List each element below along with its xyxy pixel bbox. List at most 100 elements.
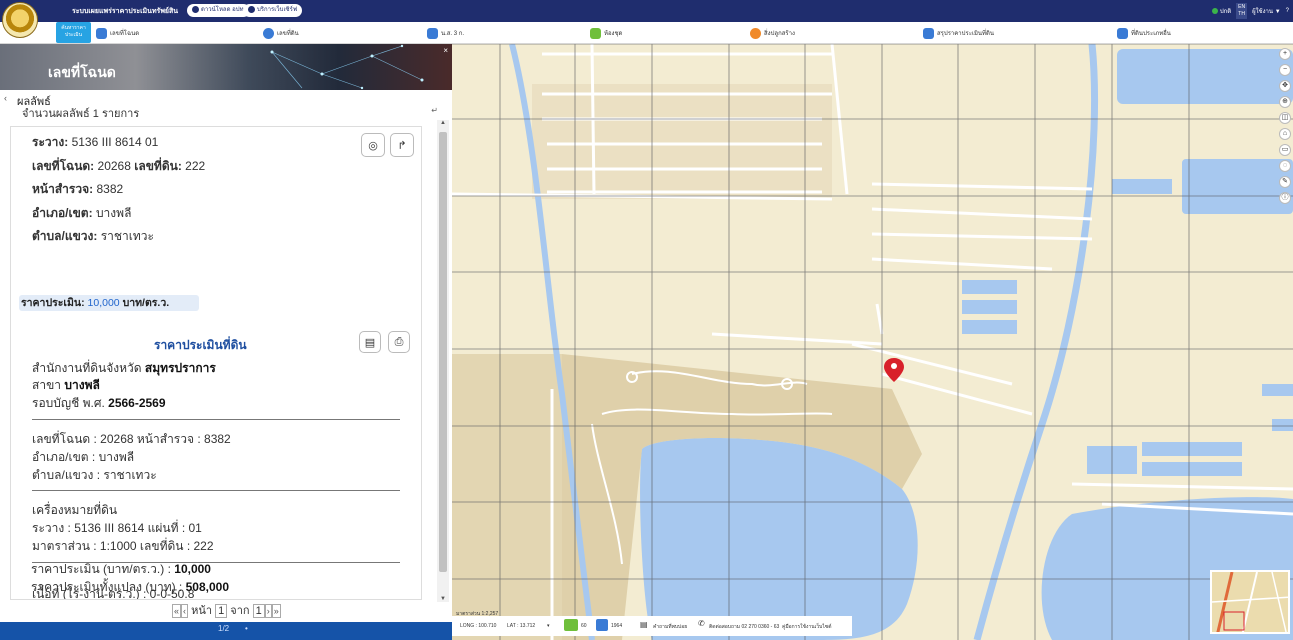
locate-button[interactable]: ◎ [361,133,385,157]
footer-dot-icon: • [245,624,248,633]
count-2: 1964 [611,623,623,629]
prev-page-button[interactable]: ‹ [181,604,189,618]
top-bar: ระบบเผยแพร่ราคาประเมินทรัพย์สิน ดาวน์โหล… [0,0,1293,38]
detail-amphoe-line: อำเภอ/เขต : บางพลี [32,450,135,464]
map-status-bar: LONG : 100.710 LAT : 13.712 ▾ 60 1964 ▤ … [452,616,852,636]
target-icon: ◎ [368,139,378,152]
price-label: ราคาประเมิน: [21,297,85,309]
page-label: หน้า [191,605,213,617]
menu-bar: ค้นหาราคาประเมิน เลขที่โฉนด เลขที่ดิน น.… [0,22,1293,44]
next-page-button[interactable]: › [264,604,272,618]
land-icon [263,27,274,39]
locate-icon[interactable]: ⊕ [1279,96,1291,108]
price-value: 10,000 [87,297,120,309]
building-icon [590,27,601,39]
menu-other-land-label: ที่ดินประเภทอื่น [1131,31,1171,37]
scroll-down-icon[interactable]: ▼ [440,596,446,602]
price-chip: ราคาประเมิน: 10,000 บาท/ตร.ว. [19,295,199,311]
longitude: LONG : 100.710 [460,623,497,629]
download-icon [192,5,199,13]
scroll-thumb[interactable] [439,132,447,572]
panel-title: เลขที่โฉนด [48,64,116,80]
branch-prefix: สาขา [32,378,62,392]
footer-page: 1/2 [218,624,230,633]
caret-down-icon: ▼ [1274,9,1281,15]
print-button[interactable]: ⎙ [388,331,410,353]
download-local-gov-button[interactable]: ดาวน์โหลด อปท. [187,4,251,17]
directions-button[interactable]: ↱ [390,133,414,157]
result-card: ระวาง: 5136 III 8614 01 เลขที่โฉนด: 2026… [10,126,422,600]
service-icon [248,5,255,13]
lang-th[interactable]: TH [1238,11,1245,17]
report-button[interactable]: ▤ [359,331,381,353]
menu-land-number-label: เลขที่ดิน [277,31,299,37]
page-number[interactable]: 1 [215,604,228,618]
minimap[interactable] [1210,570,1290,634]
measure-icon[interactable]: ▭ [1279,144,1291,156]
of-label: จาก [230,605,250,617]
total-pages: 1 [252,604,265,618]
menu-ns3k[interactable]: น.ส. 3 ก. [427,26,464,40]
pan-icon[interactable]: ✥ [1279,80,1291,92]
price-unit: บาท/ตร.ว. [122,297,170,309]
zoom-out-icon[interactable]: − [1279,64,1291,76]
back-arrow-icon[interactable]: ‹ [4,93,7,103]
map-view[interactable]: + − ✥ ⊕ ◫ ⌂ ▭ ◌ ✎ ⓘ มาตราส่วน 1:2,257 LO… [452,44,1293,640]
scrollbar[interactable]: ▲ ▼ [437,120,449,602]
menu-condo[interactable]: ห้องชุด [590,26,622,40]
dropdown-icon[interactable]: ▾ [547,623,550,629]
collapse-icon[interactable]: ↵ [431,106,438,115]
lang-en[interactable]: EN [1238,4,1245,10]
deed-value: 20268 [97,159,131,173]
menu-land-summary[interactable]: สรุปราคาประเมินที่ดิน [923,26,994,40]
document-icon: ▤ [640,620,648,629]
contact-text: ติดต่อสอบถาม 02 270 0360 - 63 [709,624,780,630]
network-banner-graphic [270,44,424,90]
system-title: ระบบเผยแพร่ราคาประเมินทรัพย์สิน [72,8,179,15]
search-price-label: ค้นหาราคาประเมิน [61,25,86,38]
last-page-button[interactable]: » [271,604,281,618]
user-label: ผู้ใช้งาน [1252,9,1274,15]
web-service-button[interactable]: บริการเว็บเซิร์ฟ [243,4,303,17]
map-tools: + − ✥ ⊕ ◫ ⌂ ▭ ◌ ✎ ⓘ [1279,48,1291,204]
land-number-label: เลขที่ดิน: [134,159,182,173]
close-icon[interactable]: × [443,46,448,55]
menu-other-land[interactable]: ที่ดินประเภทอื่น [1117,26,1171,40]
survey-label: หน้าสำรวจ: [32,182,94,196]
pin-icon[interactable]: ◌ [1279,160,1291,172]
info-icon[interactable]: ⓘ [1279,192,1291,204]
status-dot-icon [1211,8,1218,15]
menu-search-price[interactable]: ค้นหาราคาประเมิน [56,22,91,43]
tambon-label: ตำบล/แขวง: [32,229,98,243]
zoom-in-icon[interactable]: + [1279,48,1291,60]
office-prefix: สำนักงานที่ดินจังหวัด [32,361,142,375]
layers-icon[interactable]: ◫ [1279,112,1291,124]
office-province: สมุทรปราการ [144,361,216,375]
user-menu[interactable]: ผู้ใช้งาน ▼ [1252,6,1281,16]
scroll-up-icon[interactable]: ▲ [440,120,446,126]
detail-tambon-line: ตำบล/แขวง : ราชาเทวะ [32,468,157,482]
app-root: ระบบเผยแพร่ราคาประเมินทรัพย์สิน ดาวน์โหล… [0,0,1293,640]
faq-link[interactable]: คำถามที่พบบ่อย [653,623,687,631]
map-canvas[interactable] [452,44,1293,640]
edit-icon[interactable]: ✎ [1279,176,1291,188]
department-logo[interactable] [2,2,38,38]
turn-right-icon: ↱ [397,139,407,152]
menu-building[interactable]: สิ่งปลูกสร้าง [750,26,795,40]
detail-ra-wang-line: ระวาง : 5136 III 8614 แผ่นที่ : 01 [32,521,202,535]
amphoe-line: อำเภอ/เขต: บางพลี [32,204,131,223]
menu-land-number[interactable]: เลขที่ดิน [263,26,299,40]
download-local-gov-label: ดาวน์โหลด อปท. [201,7,246,13]
first-page-button[interactable]: « [172,604,182,618]
detail-price-value: 10,000 [174,562,211,576]
manual-link[interactable]: คู่มือการใช้งานเว็บไซต์ [782,623,832,631]
minimap-canvas [1212,572,1288,632]
divider [32,419,400,420]
menu-condo-label: ห้องชุด [604,31,623,37]
help-button[interactable]: ? [1286,8,1289,14]
menu-deed-number[interactable]: เลขที่โฉนด [96,26,139,40]
language-switch[interactable]: EN TH [1236,3,1248,19]
cycle-value: 2566-2569 [108,396,166,410]
detail-price-line: ราคาประเมิน (บาท/ตร.ว.) : 10,000 [31,560,211,579]
home-icon[interactable]: ⌂ [1279,128,1291,140]
